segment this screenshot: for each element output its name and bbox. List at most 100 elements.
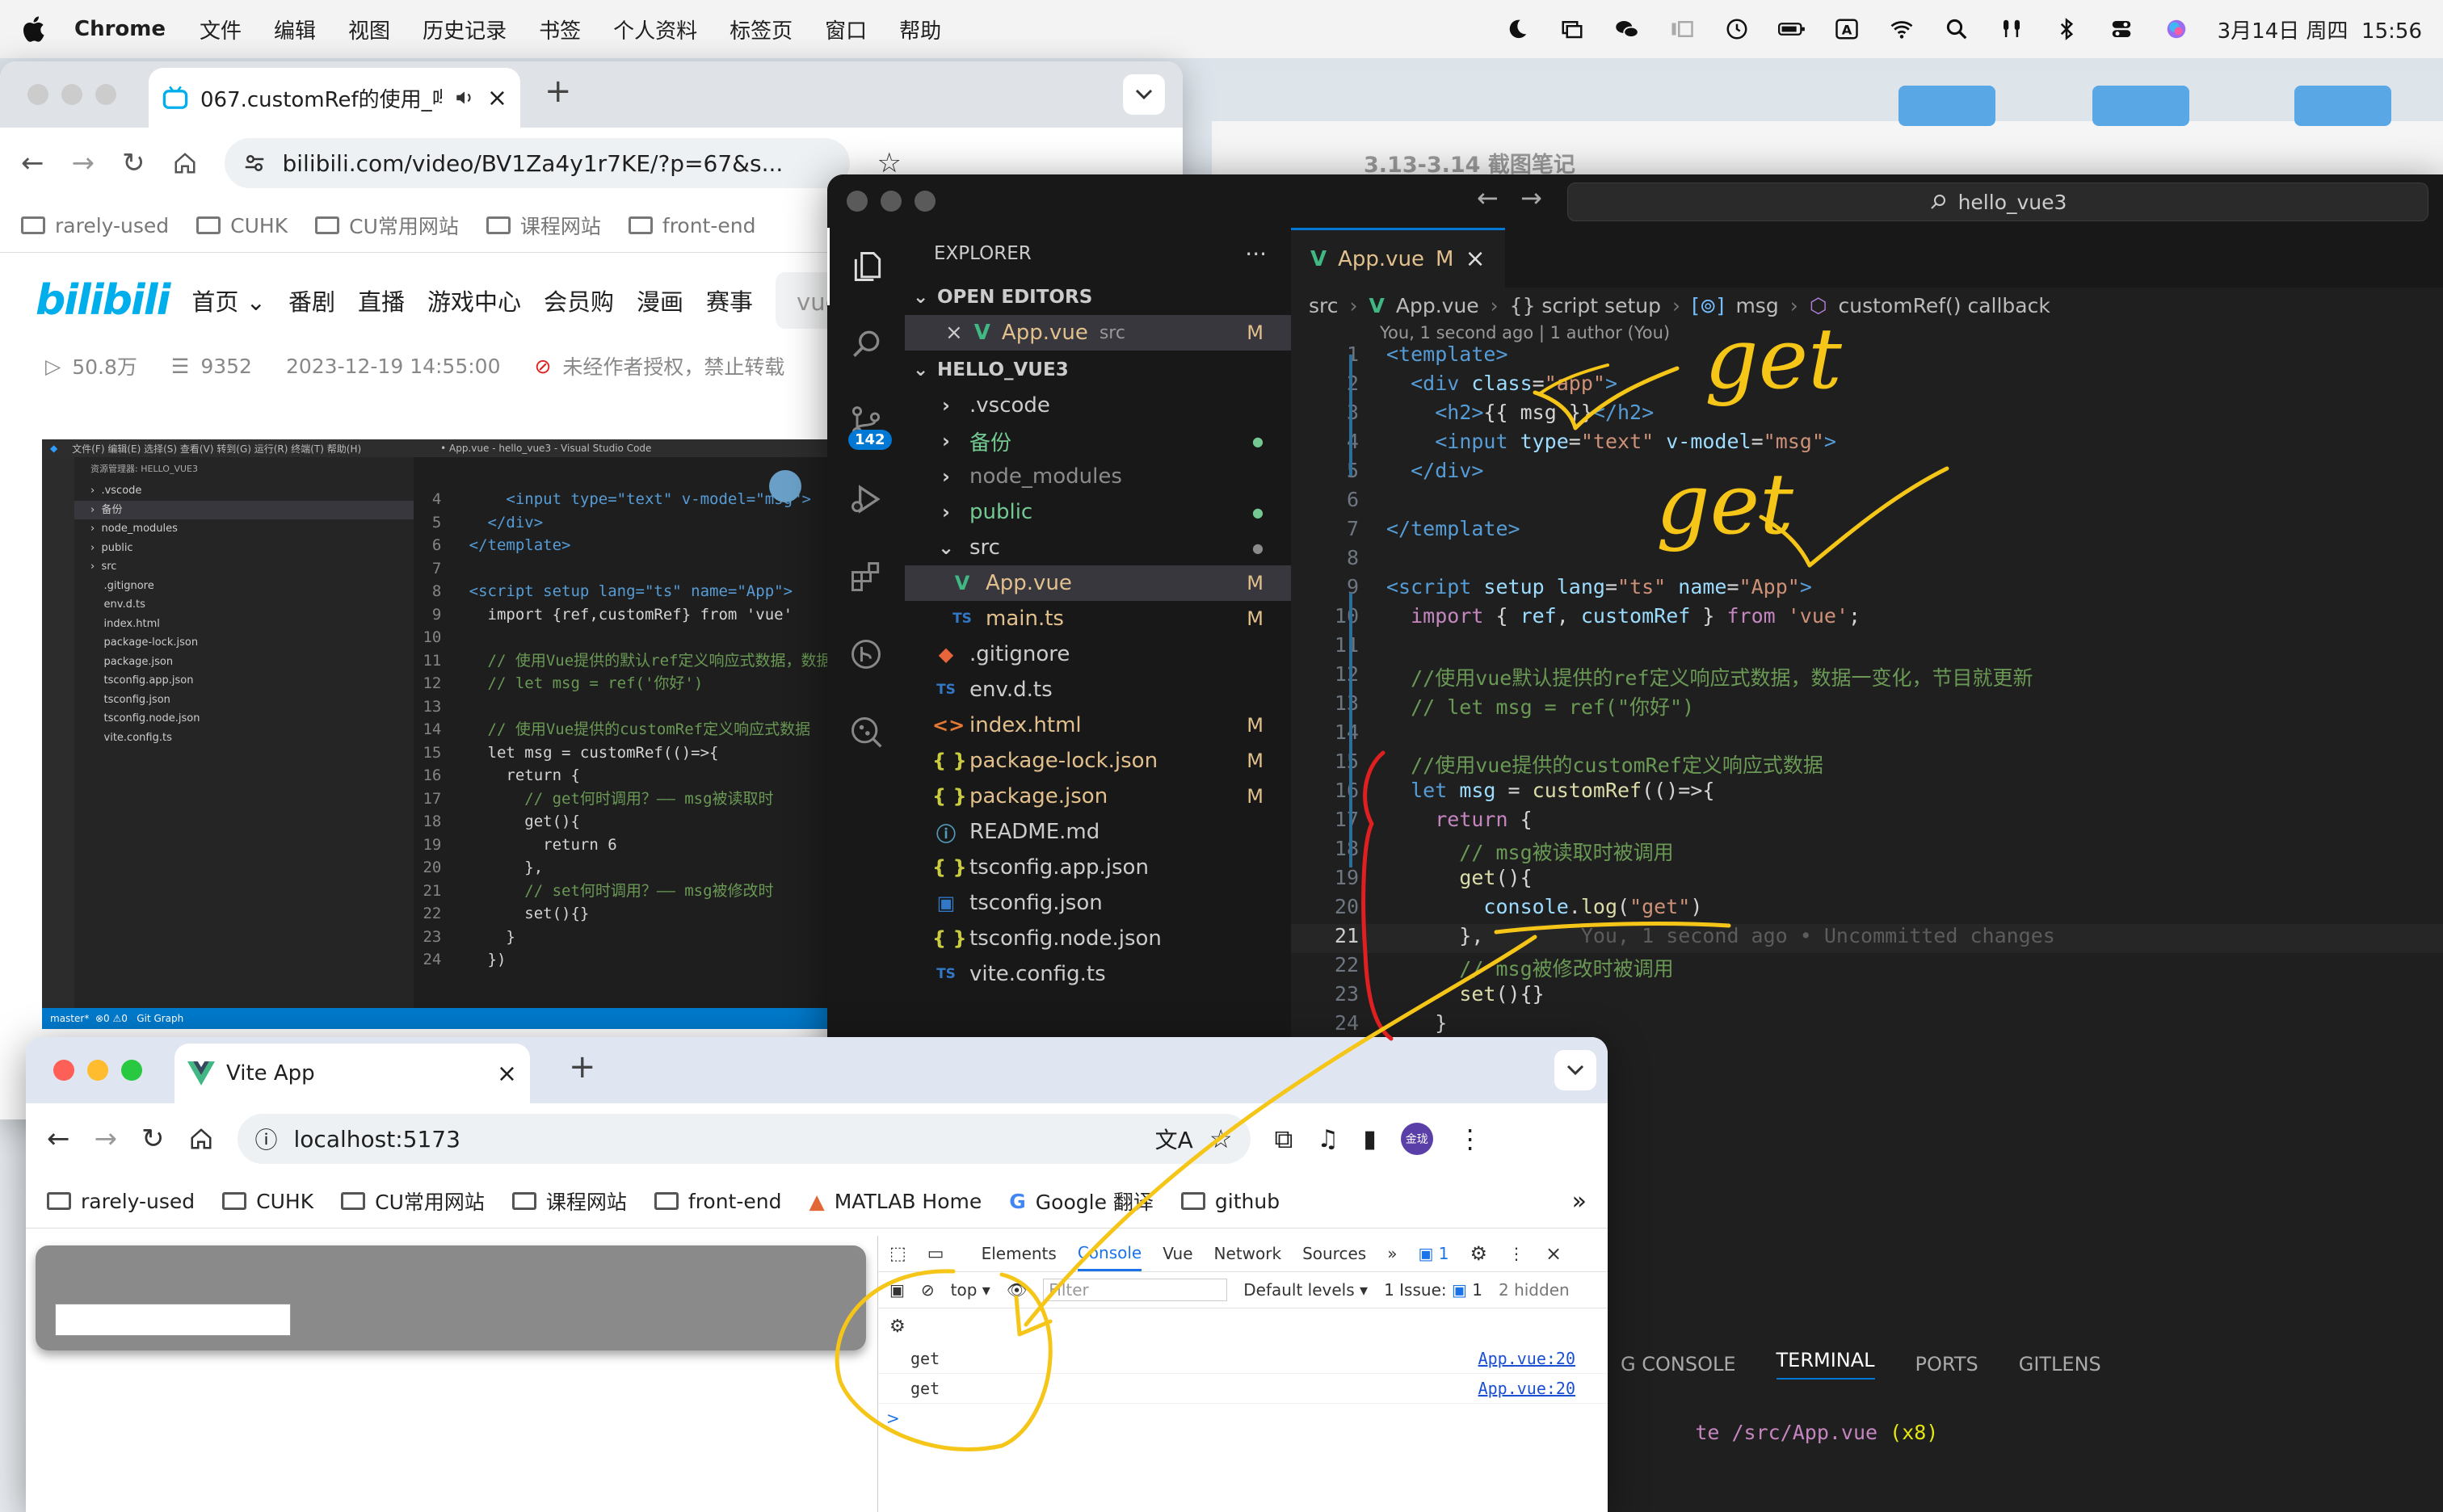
gitlens-activity[interactable] xyxy=(827,615,905,693)
run-debug-activity[interactable] xyxy=(827,460,905,538)
browser-tab-bilibili[interactable]: 067.customRef的使用_哔 × xyxy=(149,68,520,128)
tab-search-button[interactable] xyxy=(1554,1050,1596,1090)
clear-console-icon[interactable]: ⊘ xyxy=(921,1280,935,1300)
code-line[interactable]: 21 }, You, 1 second ago • Uncommitted ch… xyxy=(1291,924,2443,953)
side-panel-icon[interactable]: ▮ xyxy=(1363,1125,1377,1153)
nav-manga[interactable]: 漫画 xyxy=(637,284,683,317)
file-tree-item[interactable]: › node_modules xyxy=(905,459,1291,494)
nav-live[interactable]: 直播 xyxy=(358,284,405,317)
console-prompt[interactable]: > xyxy=(878,1404,1608,1433)
close-tab-icon[interactable]: × xyxy=(1465,245,1485,273)
issues-badge[interactable]: ▣ 1 xyxy=(1418,1244,1449,1263)
explorer-activity[interactable] xyxy=(827,228,905,305)
file-tree-item[interactable]: ⓘ README.md xyxy=(905,814,1291,850)
audio-playing-icon[interactable] xyxy=(453,87,476,108)
moon-icon[interactable] xyxy=(1503,17,1531,41)
profile-avatar[interactable]: 金珑 xyxy=(1400,1123,1433,1155)
breadcrumb-item[interactable]: App.vue xyxy=(1396,294,1479,317)
gitlens-inspect-activity[interactable] xyxy=(827,693,905,771)
console-settings-icon[interactable]: ⚙ xyxy=(889,1317,906,1337)
log-source-link[interactable]: App.vue:20 xyxy=(1478,1379,1575,1398)
code-line[interactable]: 11 xyxy=(1291,633,2443,662)
extensions-icon[interactable]: ⧉ xyxy=(1275,1124,1293,1155)
menu-icon[interactable]: ⋮ xyxy=(1457,1124,1483,1154)
bookmark-folder[interactable]: 课程网站 xyxy=(486,211,601,240)
nav-vip-shop[interactable]: 会员购 xyxy=(544,284,614,317)
menu-profiles[interactable]: 个人资料 xyxy=(613,15,697,44)
bookmark-star-icon[interactable]: ☆ xyxy=(1209,1124,1233,1154)
devtools-menu-icon[interactable]: ⋮ xyxy=(1508,1244,1524,1263)
time-machine-icon[interactable] xyxy=(1723,17,1751,41)
extensions-activity[interactable] xyxy=(827,538,905,615)
code-line[interactable]: 17 return { xyxy=(1291,808,2443,837)
devtools-tab-network[interactable]: Network xyxy=(1214,1244,1282,1263)
battery-charging-icon[interactable] xyxy=(1777,17,1806,41)
screen-mirroring-icon[interactable] xyxy=(1558,17,1586,41)
devtools-tab-elements[interactable]: Elements xyxy=(982,1244,1057,1263)
breadcrumb-item[interactable]: msg xyxy=(1735,294,1778,317)
bilibili-logo[interactable]: bilibili xyxy=(36,276,170,325)
video-player[interactable]: ◆ 文件(F) 编辑(E) 选择(S) 查看(V) 转到(G) 运行(R) 终端… xyxy=(42,439,850,1029)
code-line[interactable]: 24 } xyxy=(1291,1011,2443,1040)
site-info-icon[interactable] xyxy=(242,151,267,175)
reload-icon[interactable]: ↻ xyxy=(141,1123,165,1155)
codelens-blame[interactable]: You, 1 second ago | 1 author (You) xyxy=(1291,323,2443,342)
close-tab-icon[interactable]: × xyxy=(487,84,507,112)
code-line[interactable]: 12 //使用vue默认提供的ref定义响应式数据，数据一变化，节目就更新 xyxy=(1291,662,2443,691)
code-line[interactable]: 19 get(){ xyxy=(1291,866,2443,895)
terminal-output[interactable]: te /src/App.vue (x8) xyxy=(1622,1397,1938,1468)
bookmark-folder[interactable]: rarely-used xyxy=(21,214,169,237)
bookmark-folder[interactable]: github xyxy=(1180,1190,1280,1213)
open-editors-section[interactable]: ⌄ OPEN EDITORS xyxy=(905,279,1291,315)
issues-counter[interactable]: 1 Issue: ▣ 1 xyxy=(1384,1280,1482,1300)
code-line[interactable]: 1 <template> xyxy=(1291,342,2443,372)
code-line[interactable]: 20 console. log("get") xyxy=(1291,895,2443,924)
context-select[interactable]: top ▾ xyxy=(951,1280,990,1300)
close-editor-icon[interactable]: × xyxy=(945,321,963,345)
close-window-button[interactable] xyxy=(27,84,48,105)
menu-file[interactable]: 文件 xyxy=(200,15,242,44)
file-tree-item[interactable]: { } package-lock.json M xyxy=(905,743,1291,779)
file-tree-item[interactable]: <> index.html M xyxy=(905,708,1291,743)
code-line[interactable]: 6 xyxy=(1291,488,2443,517)
settings-gear-icon[interactable]: ⚙ xyxy=(1470,1242,1487,1265)
live-expression-eye-icon[interactable]: 👁 xyxy=(1007,1280,1027,1300)
code-line[interactable]: 4 <input type = "text" v-model = "msg" > xyxy=(1291,430,2443,459)
breadcrumb-item[interactable]: {} script setup xyxy=(1510,294,1661,317)
control-center-icon[interactable] xyxy=(2108,17,2135,41)
nav-forward-icon[interactable]: → xyxy=(1520,183,1542,213)
code-line[interactable]: 3 <h2>{{ msg }} </h2> xyxy=(1291,401,2443,430)
bookmark-folder[interactable]: front-end xyxy=(628,214,755,237)
code-line[interactable]: 9 <script setup lang = "ts" name = "App" > xyxy=(1291,575,2443,604)
panel-tab-ports[interactable]: PORTS xyxy=(1915,1353,1978,1376)
bookmark-link[interactable]: ▲ MATLAB Home xyxy=(809,1190,982,1213)
file-tree-item[interactable]: { } tsconfig.app.json xyxy=(905,850,1291,885)
bookmark-folder[interactable]: rarely-used xyxy=(47,1190,195,1213)
forward-icon[interactable]: → xyxy=(95,1123,118,1155)
minimize-window-button[interactable] xyxy=(881,191,902,212)
more-bookmarks-icon[interactable]: » xyxy=(1572,1187,1587,1216)
file-tree-item[interactable]: › public ● xyxy=(905,494,1291,530)
wifi-icon[interactable] xyxy=(1888,17,1915,41)
bookmark-link[interactable]: G Google 翻译 xyxy=(1009,1186,1154,1216)
breadcrumb-item[interactable]: customRef() callback xyxy=(1839,294,2050,317)
panel-tab-terminal[interactable]: TERMINAL xyxy=(1776,1349,1875,1380)
device-toolbar-icon[interactable]: ▭ xyxy=(927,1244,944,1264)
code-view[interactable]: 1 <template> 2 <div class = "app" >3 <h2>{{ m… xyxy=(1291,342,2443,1040)
translate-icon[interactable]: 文A xyxy=(1155,1123,1193,1155)
console-log-line[interactable]: get App.vue:20 xyxy=(878,1344,1608,1374)
nav-home[interactable]: 首页 ⌄ xyxy=(191,284,266,317)
editor-tab-app-vue[interactable]: V App.vue M × xyxy=(1291,228,1505,288)
code-line[interactable]: 18 // msg被读取时被调用 xyxy=(1291,837,2443,866)
file-tree-item[interactable]: TS env.d.ts xyxy=(905,672,1291,708)
file-tree-item[interactable]: V App.vue M xyxy=(905,565,1291,601)
home-icon[interactable] xyxy=(173,151,197,175)
browser-tab-vite[interactable]: Vite App × xyxy=(174,1044,530,1103)
address-bar[interactable]: bilibili.com/video/BV1Za4y1r7KE/?p=67&s.… xyxy=(224,138,850,188)
menu-history[interactable]: 历史记录 xyxy=(423,15,507,44)
open-editor-item[interactable]: × V App.vue src M xyxy=(905,315,1291,351)
new-tab-button[interactable]: + xyxy=(569,1048,596,1086)
close-tab-icon[interactable]: × xyxy=(497,1060,517,1088)
bookmark-folder[interactable]: CU常用网站 xyxy=(315,211,459,240)
airpods-icon[interactable] xyxy=(1998,17,2025,41)
